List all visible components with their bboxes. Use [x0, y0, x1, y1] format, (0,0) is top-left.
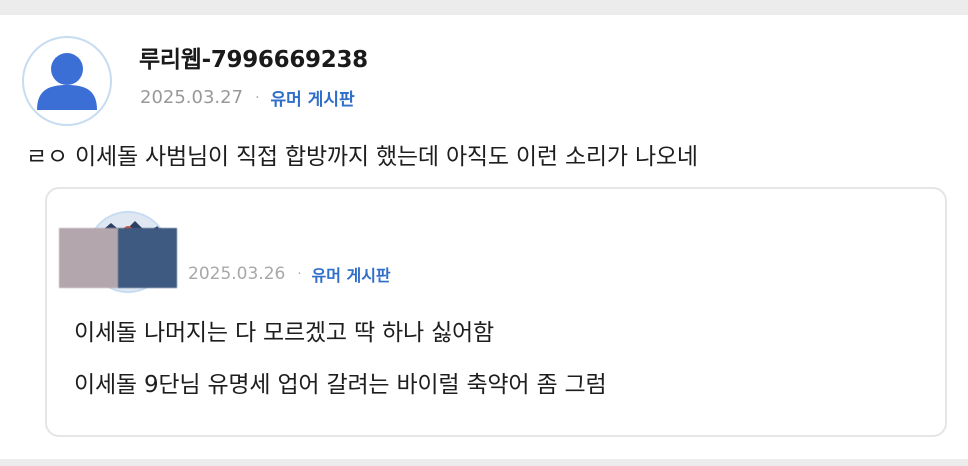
comment-body: ㄹㅇ 이세돌 사범님이 직접 합방까지 했는데 아직도 이런 소리가 나오네 — [26, 144, 698, 170]
post-date: 2025.03.27 — [140, 87, 244, 108]
quoted-date: 2025.03.26 — [188, 264, 286, 284]
default-user-icon — [37, 53, 97, 110]
meta-separator: · — [255, 89, 260, 106]
quoted-post[interactable]: 2025.03.26 · 유머 게시판 이세돌 나머지는 다 모르겠고 딱 하나… — [45, 187, 947, 437]
quoted-text-line: 이세돌 나머지는 다 모르겠고 딱 하나 싫어함 — [74, 320, 494, 346]
comment-card: 루리웹-7996669238 2025.03.27 · 유머 게시판 ㄹㅇ 이세… — [0, 15, 968, 459]
meta-separator: · — [297, 266, 302, 282]
author-name[interactable]: 루리웹-7996669238 — [139, 40, 368, 74]
post-meta: 2025.03.27 · 유머 게시판 — [140, 85, 355, 110]
board-link[interactable]: 유머 게시판 — [271, 85, 355, 110]
quoted-board-link[interactable]: 유머 게시판 — [311, 266, 390, 286]
user-avatar[interactable] — [22, 36, 112, 126]
blurred-author — [59, 228, 177, 288]
quoted-text-line: 이세돌 9단님 유명세 업어 갈려는 바이럴 축약어 좀 그럼 — [74, 372, 607, 398]
quoted-meta: 2025.03.26 · 유머 게시판 — [188, 264, 391, 286]
